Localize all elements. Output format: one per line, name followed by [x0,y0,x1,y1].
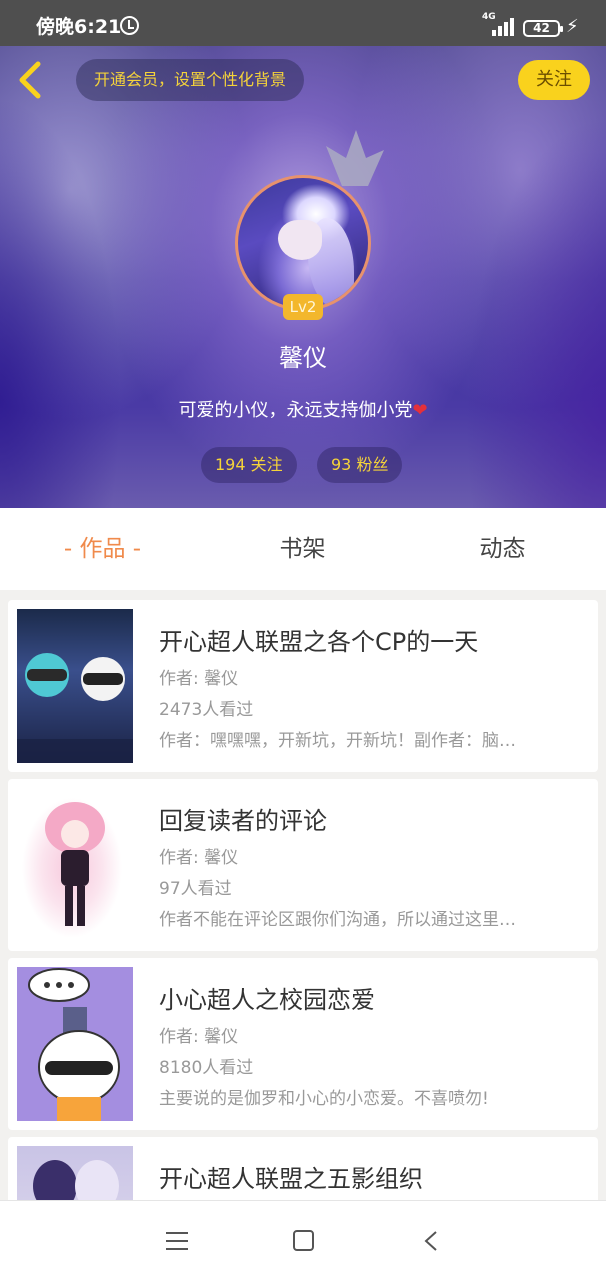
network-type: 4G [482,12,496,22]
alarm-icon [120,16,139,35]
work-views: 2473人看过 [159,700,254,720]
work-views: 97人看过 [159,879,232,899]
status-time: 傍晚6:21 [36,16,122,38]
back-arrow-icon [19,61,41,99]
list-item[interactable]: 小心超人之校园恋爱 作者: 馨仪 8180人看过 主要说的是伽罗和小心的小恋爱。… [8,958,598,1130]
menu-icon[interactable] [166,1231,188,1251]
signal-icon: 4G [482,12,516,36]
system-nav-bar [0,1200,606,1280]
work-cover [17,967,133,1121]
work-description: 主要说的是伽罗和小心的小恋爱。不喜喷勿! [159,1089,489,1109]
work-title: 回复读者的评论 [159,807,327,835]
heart-icon: ❤ [412,400,428,421]
work-title: 开心超人联盟之五影组织 [159,1165,423,1193]
tab-bookshelf[interactable]: 书架 [240,508,365,590]
work-title: 开心超人联盟之各个CP的一天 [159,628,479,656]
back-button[interactable] [10,58,54,102]
bio: 可爱的小仪，永远支持伽小党❤ [0,396,606,422]
fans-count[interactable]: 93 粉丝 [317,447,403,483]
work-description: 作者不能在评论区跟你们沟通，所以通过这里… [159,910,516,930]
list-item[interactable]: 开心超人联盟之五影组织 [8,1137,598,1200]
work-cover [17,788,133,942]
works-list: 开心超人联盟之各个CP的一天 作者: 馨仪 2473人看过 作者：嘿嘿嘿，开新坑… [0,590,606,1200]
bio-text: 可爱的小仪，永远支持伽小党 [178,400,413,421]
charging-icon: ⚡ [566,16,579,37]
work-title: 小心超人之校园恋爱 [159,986,375,1014]
following-count[interactable]: 194 关注 [201,447,297,483]
work-author: 作者: 馨仪 [159,848,239,868]
status-bar: 傍晚6:21 4G 42 ⚡ [0,0,606,46]
list-item[interactable]: 开心超人联盟之各个CP的一天 作者: 馨仪 2473人看过 作者：嘿嘿嘿，开新坑… [8,600,598,772]
follow-button[interactable]: 关注 [518,60,590,100]
avatar[interactable] [235,175,371,311]
profile-header: 傍晚6:21 4G 42 ⚡ 开通会员，设置个性化背景 关注 Lv2 馨仪 可爱… [0,0,606,508]
tab-feed[interactable]: 动态 [440,508,565,590]
work-author: 作者: 馨仪 [159,669,239,689]
work-author: 作者: 馨仪 [159,1027,239,1047]
level-badge: Lv2 [283,294,323,320]
battery-icon: 42 [523,20,563,37]
member-background-button[interactable]: 开通会员，设置个性化背景 [76,59,305,101]
tab-works[interactable]: - 作品 - [40,508,165,590]
username: 馨仪 [279,344,327,372]
home-icon[interactable] [293,1230,314,1251]
profile-tabs: - 作品 - 书架 动态 [0,508,606,590]
work-description: 作者：嘿嘿嘿，开新坑，开新坑！副作者：脑… [159,731,516,751]
work-views: 8180人看过 [159,1058,254,1078]
nav-back-icon[interactable] [424,1231,438,1251]
list-item[interactable]: 回复读者的评论 作者: 馨仪 97人看过 作者不能在评论区跟你们沟通，所以通过这… [8,779,598,951]
work-cover [17,1146,133,1200]
work-cover [17,609,133,763]
crown-icon [326,130,384,186]
